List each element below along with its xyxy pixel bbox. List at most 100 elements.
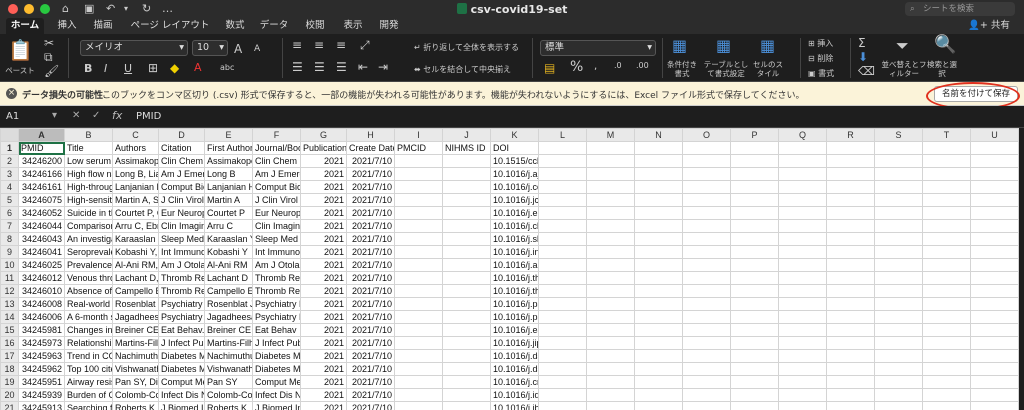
cell[interactable]: Comput Meth (252, 375, 301, 389)
tab-review[interactable]: 校閲 (300, 18, 330, 34)
cell[interactable] (922, 167, 971, 181)
cell[interactable] (730, 297, 779, 311)
row-header[interactable]: 13 (0, 297, 19, 311)
cell[interactable] (730, 193, 779, 207)
cell[interactable]: 2021 (300, 297, 347, 311)
cell[interactable] (970, 297, 1019, 311)
cell[interactable] (970, 258, 1019, 272)
cell[interactable] (874, 258, 923, 272)
cell[interactable]: 10.1016/j.clinimag.2021.06.036 (490, 219, 539, 233)
cell[interactable]: 2021 (300, 323, 347, 337)
cell[interactable] (586, 219, 635, 233)
cell[interactable] (634, 336, 683, 350)
cell[interactable] (826, 362, 875, 376)
cell[interactable] (682, 219, 731, 233)
cell[interactable] (538, 141, 587, 155)
cell[interactable]: Lanjanian H, (112, 180, 159, 194)
cell[interactable]: Journal/Book (252, 141, 301, 155)
cell[interactable]: High-sensitiv (64, 193, 113, 207)
tab-draw[interactable]: 描画 (88, 18, 118, 34)
cell[interactable] (442, 323, 491, 337)
cell[interactable]: Clin Imaging (158, 219, 205, 233)
cell[interactable]: 34246044 (18, 219, 65, 233)
cell[interactable]: 2021 (300, 362, 347, 376)
cell[interactable]: Kobashi Y (204, 245, 253, 259)
cell[interactable] (730, 258, 779, 272)
cell[interactable]: Relationship (64, 336, 113, 350)
cell[interactable]: A 6-month sl (64, 310, 113, 324)
cell[interactable]: 34246200 (18, 154, 65, 168)
cell[interactable]: Publication Y (300, 141, 347, 155)
cell[interactable] (730, 141, 779, 155)
column-header-u[interactable]: U (970, 128, 1019, 142)
cell[interactable] (874, 284, 923, 298)
copy-icon[interactable]: ⧉ (44, 50, 53, 65)
cell[interactable]: 2021/7/10 (346, 154, 395, 168)
column-header-d[interactable]: D (158, 128, 205, 142)
align-top-icon[interactable]: ≡ (292, 38, 302, 52)
cell[interactable]: Pan SY (204, 375, 253, 389)
cell[interactable]: 10.1016/j.cmpb.2021.106257 (490, 375, 539, 389)
column-header-p[interactable]: P (730, 128, 779, 142)
cell[interactable] (730, 219, 779, 233)
cell[interactable] (922, 349, 971, 363)
cell[interactable]: 2021 (300, 375, 347, 389)
cell[interactable]: 34246012 (18, 271, 65, 285)
cell[interactable] (634, 141, 683, 155)
cell[interactable] (970, 310, 1019, 324)
currency-icon[interactable]: ▤ (544, 61, 555, 75)
worksheet-table[interactable]: ABCDEFGHIJKLMNOPQRSTU 1 PMID Title Authors C… (0, 128, 1019, 410)
cell[interactable]: Eur Neuropsy (158, 206, 205, 220)
cell[interactable]: 2021/7/10 (346, 206, 395, 220)
cell[interactable]: Am J Otolary (252, 258, 301, 272)
cell[interactable]: 10.1016/j.dsx.2021.102190 (490, 349, 539, 363)
paste-icon[interactable]: 📋 (8, 38, 33, 62)
cell[interactable] (778, 167, 827, 181)
cell[interactable]: Al-Ani RM (204, 258, 253, 272)
cell[interactable]: 2021 (300, 336, 347, 350)
cell[interactable] (682, 284, 731, 298)
cell[interactable]: 2021/7/10 (346, 375, 395, 389)
cell[interactable]: Kobashi Y, N (112, 245, 159, 259)
cell[interactable] (970, 232, 1019, 246)
cell[interactable]: Sleep Med (252, 232, 301, 246)
cell[interactable]: Jagadheesan (204, 310, 253, 324)
borders-icon[interactable]: ⊞ (148, 61, 158, 75)
cell[interactable]: 34246043 (18, 232, 65, 246)
row-header[interactable]: 18 (0, 362, 19, 376)
cell[interactable] (442, 310, 491, 324)
cell[interactable] (730, 310, 779, 324)
cell[interactable]: Lachant D (204, 271, 253, 285)
cell[interactable]: Clin Chem La (252, 154, 301, 168)
cell[interactable]: J Biomed Inf (252, 401, 301, 410)
cell[interactable]: 2021/7/10 (346, 180, 395, 194)
cell[interactable] (394, 375, 443, 389)
column-header-l[interactable]: L (538, 128, 587, 142)
table-format-label[interactable]: テーブルとして書式設定 (702, 60, 750, 78)
cell[interactable] (442, 349, 491, 363)
cell[interactable]: Martin A (204, 193, 253, 207)
cell[interactable]: 34246025 (18, 258, 65, 272)
cell[interactable]: Breiner CE, F (112, 323, 159, 337)
sort-filter-label[interactable]: 並べ替えとフィルター (880, 60, 928, 78)
cell[interactable]: Vishwanatha (204, 362, 253, 376)
cell[interactable]: 2021 (300, 154, 347, 168)
cell[interactable]: Prevalence o (64, 258, 113, 272)
cell[interactable] (634, 349, 683, 363)
cell[interactable] (538, 167, 587, 181)
cell[interactable]: 10.1016/j.ajem.2021.06.074 (490, 167, 539, 181)
name-box[interactable]: A1 (6, 111, 19, 122)
cell[interactable] (682, 193, 731, 207)
cell[interactable] (538, 180, 587, 194)
cell[interactable]: Title (64, 141, 113, 155)
cell[interactable] (874, 323, 923, 337)
cell[interactable] (922, 141, 971, 155)
cell[interactable] (778, 401, 827, 410)
cell[interactable] (394, 349, 443, 363)
delete-cells-button[interactable]: ⊟ 削除 (808, 53, 833, 64)
select-all-corner[interactable] (0, 128, 19, 142)
cell[interactable]: Create Date (346, 141, 395, 155)
cell[interactable]: 2021/7/10 (346, 167, 395, 181)
cell[interactable]: 10.1016/j.thromres.2021.06.016 (490, 284, 539, 298)
cell[interactable]: Long B (204, 167, 253, 181)
